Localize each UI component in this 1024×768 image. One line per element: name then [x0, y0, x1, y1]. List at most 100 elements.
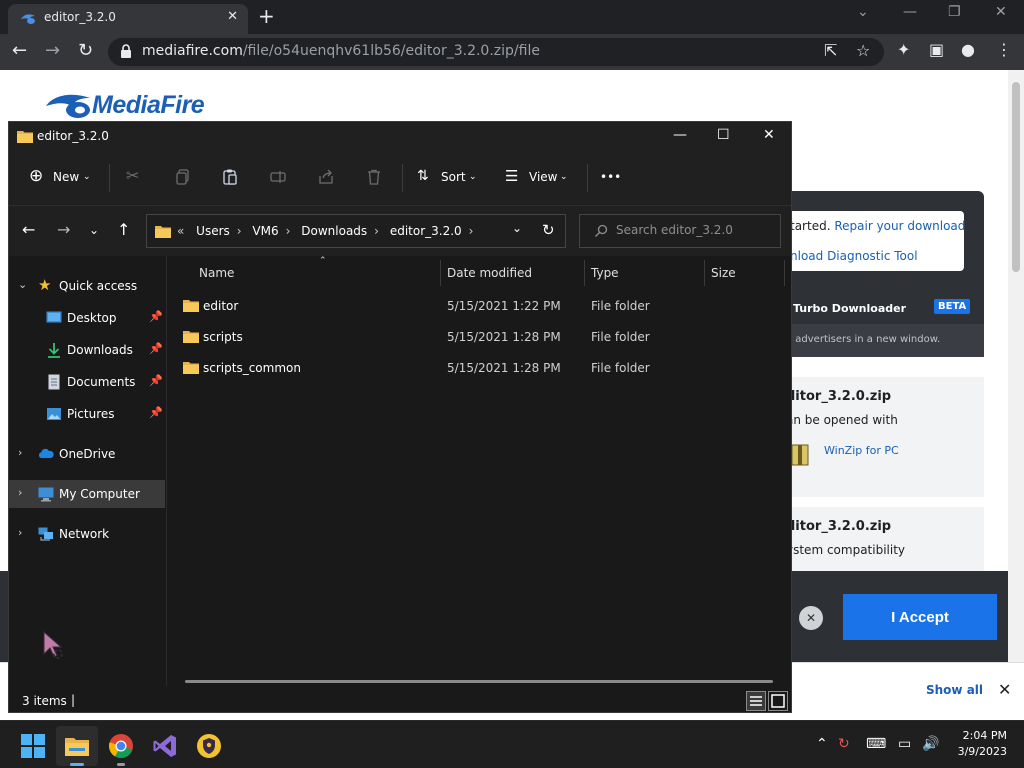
repair-download-link[interactable]: Repair your download	[834, 219, 965, 233]
vpn-shield-icon[interactable]	[196, 733, 222, 759]
share-icon[interactable]	[317, 168, 335, 186]
column-header-type[interactable]: Type	[591, 266, 619, 280]
explorer-address-bar[interactable]: « Users › VM6 › Downloads › editor_3.2.0 › ⌄…	[146, 214, 566, 248]
browser-tab[interactable]: editor_3.2.0 ✕	[8, 4, 248, 34]
keyboard-icon[interactable]: ⌨	[866, 736, 886, 752]
collapsed-chevron-icon[interactable]: ›	[18, 486, 22, 499]
nav-desktop[interactable]: Desktop 📌	[9, 304, 165, 332]
view-icon[interactable]: ☰	[505, 167, 518, 185]
pin-icon[interactable]: 📌	[149, 310, 163, 323]
reload-icon[interactable]: ↻	[78, 40, 93, 61]
column-header-size[interactable]: Size	[711, 266, 736, 280]
column-header-date-modified[interactable]: Date modified	[447, 266, 532, 280]
forward-arrow-icon[interactable]: →	[57, 220, 70, 239]
view-button[interactable]: View	[529, 170, 557, 184]
view-chevron-icon[interactable]: ⌄	[560, 172, 568, 182]
taskbar-clock[interactable]: 2:04 PM 3/9/2023	[955, 729, 1007, 758]
up-arrow-icon[interactable]: ↑	[117, 220, 130, 239]
tab-close-button[interactable]: ✕	[227, 9, 238, 24]
pin-icon[interactable]: 📌	[149, 374, 163, 387]
volume-icon[interactable]: 🔊	[922, 736, 939, 752]
breadcrumb-downloads[interactable]: Downloads	[301, 224, 367, 238]
back-arrow-icon[interactable]: ←	[22, 220, 35, 239]
browser-restore-button[interactable]: ❐	[948, 4, 961, 20]
chrome-icon[interactable]	[108, 733, 134, 759]
forward-arrow-icon[interactable]: →	[45, 40, 60, 61]
collapsed-chevron-icon[interactable]: ›	[18, 526, 22, 539]
explorer-search-box[interactable]	[579, 214, 781, 248]
show-all-downloads-button[interactable]: Show all	[926, 683, 983, 697]
address-history-chevron-icon[interactable]: ⌄	[512, 221, 522, 235]
copy-icon[interactable]	[174, 168, 192, 186]
nav-quick-access[interactable]: ⌄ ★ Quick access	[9, 272, 165, 300]
file-row[interactable]: editor 5/15/2021 1:22 PM File folder	[179, 292, 779, 320]
pin-icon[interactable]: 📌	[149, 406, 163, 419]
bookmark-star-icon[interactable]: ☆	[856, 41, 870, 60]
column-separator[interactable]	[704, 260, 705, 286]
diagnostic-tool-link[interactable]: nload Diagnostic Tool	[790, 249, 918, 263]
more-options-button[interactable]: •••	[600, 170, 621, 184]
nav-documents[interactable]: Documents 📌	[9, 368, 165, 396]
column-separator[interactable]	[784, 260, 785, 286]
new-button[interactable]: New	[53, 170, 79, 184]
cut-icon[interactable]: ✂	[126, 166, 139, 185]
explorer-minimize-button[interactable]: —	[673, 127, 687, 143]
recent-locations-chevron-icon[interactable]: ⌄	[89, 223, 99, 237]
pin-icon[interactable]: 📌	[149, 342, 163, 355]
breadcrumb-chevron-icon[interactable]: ›	[237, 224, 242, 238]
sort-icon[interactable]: ⇅	[417, 168, 429, 184]
sort-button[interactable]: Sort	[441, 170, 466, 184]
nav-onedrive[interactable]: › OneDrive	[9, 440, 165, 468]
expanded-chevron-icon[interactable]: ⌄	[18, 278, 27, 291]
column-separator[interactable]	[440, 260, 441, 286]
visual-studio-icon[interactable]	[152, 733, 178, 759]
profile-avatar-icon[interactable]: ●	[961, 40, 975, 59]
collapsed-chevron-icon[interactable]: ›	[18, 446, 22, 459]
new-chevron-icon[interactable]: ⌄	[83, 172, 91, 182]
browser-menu-icon[interactable]: ⋮	[996, 40, 1012, 59]
tray-overflow-chevron-icon[interactable]: ⌃	[816, 736, 828, 752]
nav-pictures[interactable]: Pictures 📌	[9, 400, 165, 428]
horizontal-scrollbar[interactable]	[185, 680, 773, 683]
breadcrumb-chevron-icon[interactable]: ›	[374, 224, 379, 238]
breadcrumb-editor[interactable]: editor_3.2.0	[390, 224, 462, 238]
nav-downloads[interactable]: Downloads 📌	[9, 336, 165, 364]
breadcrumb-chevron-icon[interactable]: ›	[286, 224, 291, 238]
share-icon[interactable]: ⇱	[824, 41, 837, 60]
details-view-button[interactable]	[746, 691, 766, 711]
refresh-icon[interactable]: ↻	[542, 221, 555, 239]
accept-cookies-button[interactable]: I Accept	[843, 594, 997, 640]
file-row[interactable]: scripts_common 5/15/2021 1:28 PM File fo…	[179, 354, 779, 382]
tab-search-chevron-icon[interactable]: ⌄	[857, 4, 869, 20]
network-status-icon[interactable]: ▭	[898, 736, 911, 752]
breadcrumb-chevron-icon[interactable]: ›	[469, 224, 474, 238]
new-tab-button[interactable]: +	[258, 4, 275, 28]
page-scrollbar-thumb[interactable]	[1012, 82, 1020, 272]
cookie-close-button[interactable]: ✕	[799, 606, 823, 630]
extensions-puzzle-icon[interactable]: ✦	[897, 40, 910, 59]
column-header-name[interactable]: Name	[199, 266, 234, 280]
search-input[interactable]	[616, 223, 776, 237]
winzip-link[interactable]: WinZip for PC	[824, 444, 899, 457]
rename-icon[interactable]	[269, 168, 287, 186]
page-scrollbar[interactable]	[1008, 70, 1024, 662]
file-row[interactable]: scripts 5/15/2021 1:28 PM File folder	[179, 323, 779, 351]
explorer-title-bar[interactable]: editor_3.2.0 — ☐ ✕	[9, 122, 791, 152]
side-panel-icon[interactable]: ▣	[929, 40, 944, 59]
breadcrumb-vm6[interactable]: VM6	[252, 224, 278, 238]
sort-chevron-icon[interactable]: ⌄	[469, 172, 477, 182]
nav-my-computer[interactable]: › My Computer	[9, 480, 165, 508]
delete-trash-icon[interactable]	[365, 168, 383, 186]
tiles-view-button[interactable]	[768, 691, 788, 711]
breadcrumb-users[interactable]: Users	[196, 224, 230, 238]
paste-icon[interactable]	[221, 168, 239, 186]
breadcrumb-overflow[interactable]: «	[177, 224, 184, 238]
browser-close-button[interactable]: ✕	[995, 4, 1007, 20]
column-separator[interactable]	[584, 260, 585, 286]
nav-network[interactable]: › Network	[9, 520, 165, 548]
browser-minimize-button[interactable]: —	[903, 4, 917, 20]
turbo-downloader-label[interactable]: Turbo Downloader	[793, 302, 906, 315]
download-bar-close-button[interactable]: ✕	[998, 680, 1011, 699]
address-bar[interactable]: mediafire.com/file/o54uenqhv61lb56/edito…	[108, 38, 884, 66]
windows-start-icon[interactable]	[20, 733, 46, 759]
